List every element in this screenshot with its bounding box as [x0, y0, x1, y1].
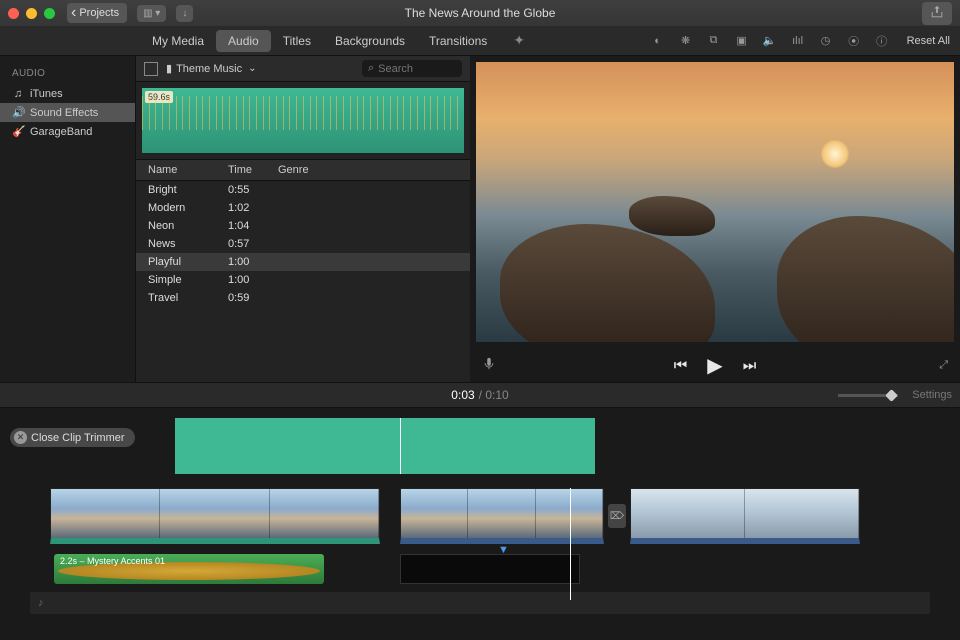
- playback-time: 0:03 / 0:10: [451, 388, 508, 402]
- library-view-segmented[interactable]: ▥ ▾: [137, 5, 166, 22]
- gap-clip[interactable]: [400, 554, 580, 584]
- column-time[interactable]: Time: [228, 164, 278, 176]
- track-row[interactable]: Playful1:00: [136, 253, 470, 271]
- music-note-icon: ♪: [38, 597, 44, 609]
- prev-button[interactable]: ⏮: [674, 357, 688, 374]
- track-list-header: Name Time Genre: [136, 159, 470, 181]
- sidebar-header: AUDIO: [0, 66, 135, 81]
- back-to-projects-button[interactable]: Projects: [67, 3, 127, 23]
- audio-sidebar: AUDIO ♫iTunes 🔊Sound Effects 🎸GarageBand: [0, 56, 135, 382]
- crop-icon[interactable]: ⧉: [707, 34, 721, 47]
- zoom-slider[interactable]: [838, 394, 898, 397]
- next-button[interactable]: ⏭: [743, 357, 757, 374]
- window-title: The News Around the Globe: [405, 6, 556, 20]
- settings-button[interactable]: Settings: [912, 389, 952, 401]
- sidebar-item-garageband[interactable]: 🎸GarageBand: [0, 122, 135, 141]
- track-row[interactable]: News0:57: [136, 235, 470, 253]
- browser-breadcrumb[interactable]: ▮Theme Music: [166, 62, 256, 75]
- import-button[interactable]: ↓: [176, 5, 193, 22]
- playhead[interactable]: [570, 488, 571, 600]
- background-music-track[interactable]: ♪: [30, 592, 930, 614]
- play-button[interactable]: ▶: [707, 353, 722, 378]
- video-clip-1[interactable]: [50, 488, 380, 544]
- tab-audio[interactable]: Audio: [216, 30, 271, 52]
- reset-all-button[interactable]: Reset All: [907, 35, 950, 47]
- speed-icon[interactable]: ◷: [819, 34, 833, 47]
- search-field[interactable]: [378, 63, 438, 75]
- noise-eq-icon[interactable]: ılıl: [791, 35, 805, 47]
- minimize-window-button[interactable]: [26, 8, 37, 19]
- info-icon[interactable]: ⓘ: [875, 33, 889, 49]
- list-grid-toggle[interactable]: [144, 62, 158, 76]
- timeline[interactable]: Close Clip Trimmer ⌦ 2.2s – Mystery Acce…: [0, 408, 960, 640]
- track-row[interactable]: Modern1:02: [136, 199, 470, 217]
- voiceover-button[interactable]: [482, 357, 496, 374]
- track-row[interactable]: Bright0:55: [136, 181, 470, 199]
- sidebar-item-itunes[interactable]: ♫iTunes: [0, 85, 135, 103]
- tab-titles[interactable]: Titles: [271, 30, 323, 52]
- clip-trimmer-waveform[interactable]: [175, 418, 595, 474]
- music-note-icon: ♫: [12, 88, 24, 100]
- column-name[interactable]: Name: [148, 164, 228, 176]
- audio-clip[interactable]: 2.2s – Mystery Accents 01: [54, 554, 324, 584]
- color-correction-icon[interactable]: ❋: [679, 34, 693, 47]
- track-row[interactable]: Travel0:59: [136, 289, 470, 307]
- folder-icon: ▮: [166, 62, 172, 75]
- search-icon: ⌕: [368, 62, 374, 75]
- fullscreen-button[interactable]: ⤢: [939, 359, 948, 372]
- tab-backgrounds[interactable]: Backgrounds: [323, 30, 417, 52]
- track-row[interactable]: Simple1:00: [136, 271, 470, 289]
- zoom-window-button[interactable]: [44, 8, 55, 19]
- enhance-wand-button[interactable]: ✦: [513, 32, 525, 49]
- track-row[interactable]: Neon1:04: [136, 217, 470, 235]
- share-button[interactable]: [922, 2, 952, 25]
- guitar-icon: 🎸: [12, 125, 24, 138]
- search-input[interactable]: ⌕: [362, 60, 462, 77]
- tab-transitions[interactable]: Transitions: [417, 30, 499, 52]
- speaker-icon: 🔊: [12, 106, 24, 119]
- video-preview[interactable]: [476, 62, 954, 342]
- track-list: Bright0:55Modern1:02Neon1:04News0:57Play…: [136, 181, 470, 382]
- column-genre[interactable]: Genre: [278, 164, 458, 176]
- color-balance-icon[interactable]: ◐: [651, 35, 665, 47]
- back-button-label: Projects: [79, 7, 119, 19]
- sidebar-item-sound-effects[interactable]: 🔊Sound Effects: [0, 103, 135, 122]
- close-window-button[interactable]: [8, 8, 19, 19]
- stabilization-icon[interactable]: ▣: [735, 34, 749, 47]
- tab-my-media[interactable]: My Media: [140, 30, 216, 52]
- video-clip-2[interactable]: [400, 488, 604, 544]
- share-icon: [930, 5, 944, 19]
- transition-badge[interactable]: ⌦: [608, 504, 626, 528]
- video-clip-3[interactable]: [630, 488, 860, 544]
- volume-icon[interactable]: 🔈: [763, 34, 777, 47]
- effects-icon[interactable]: ⦿: [847, 33, 861, 49]
- microphone-icon: [482, 357, 496, 371]
- close-clip-trimmer-button[interactable]: Close Clip Trimmer: [10, 428, 135, 447]
- audio-waveform-preview[interactable]: 59.6s: [142, 88, 464, 153]
